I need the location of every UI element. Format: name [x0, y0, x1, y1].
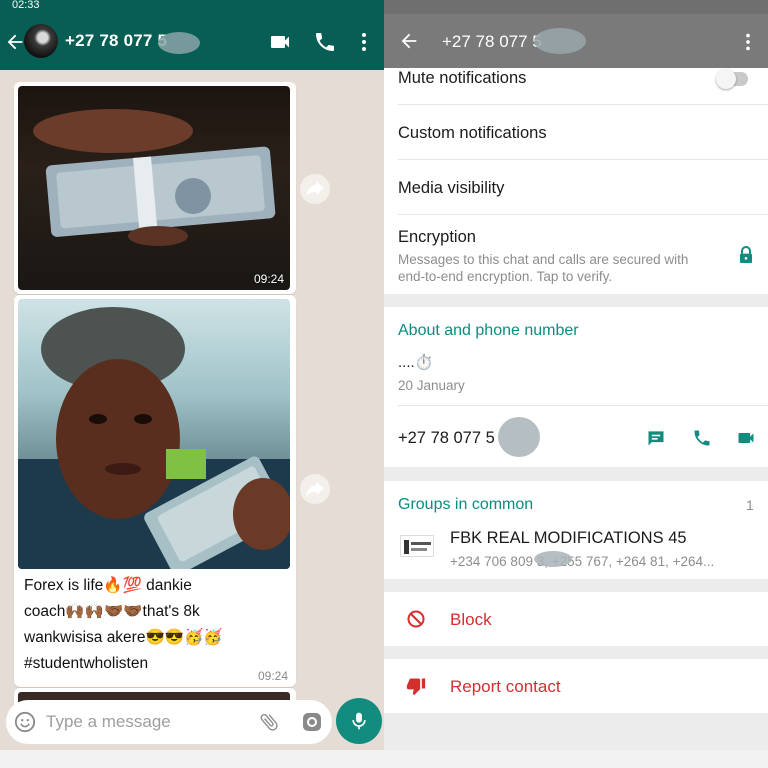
groups-count: 1 — [746, 497, 754, 513]
message-input[interactable]: Type a message — [46, 712, 171, 732]
about-card: About and phone number ....⏱️ 20 January… — [384, 307, 768, 467]
status-bar: 02:33 — [0, 0, 384, 14]
group-logo-icon — [404, 540, 431, 554]
caption-line: Forex is life🔥💯 dankie — [24, 577, 192, 594]
encryption-label: Encryption — [398, 228, 476, 246]
forward-button[interactable] — [300, 174, 330, 204]
message-icon[interactable] — [646, 428, 666, 448]
redaction-smudge — [158, 32, 200, 54]
contact-info-header: +27 78 077 5 — [384, 14, 768, 68]
contact-info-title: +27 78 077 5 — [442, 32, 542, 51]
mute-notifications-row[interactable]: Mute notifications — [398, 69, 526, 88]
encryption-description-line: Messages to this chat and calls are secu… — [398, 252, 689, 267]
group-item[interactable]: FBK REAL MODIFICATIONS 45 +234 706 809 3… — [384, 521, 768, 575]
caption-line: coach🙌🏾🙌🏾🤝🏾🤝🏾that's 8k — [24, 603, 200, 620]
video-call-icon[interactable] — [268, 30, 292, 54]
forward-icon — [306, 481, 324, 497]
block-icon — [407, 610, 425, 628]
thumbs-down-icon — [406, 678, 426, 696]
media-visibility-row[interactable]: Media visibility — [398, 179, 504, 198]
groups-card: Groups in common 1 FBK REAL MODIFICATION… — [384, 481, 768, 579]
more-options-icon[interactable] — [737, 31, 759, 53]
chat-contact-title[interactable]: +27 78 077 5 — [65, 31, 167, 51]
divider — [398, 214, 768, 215]
voice-call-icon[interactable] — [313, 30, 337, 54]
encryption-description-line: end-to-end encryption. Tap to verify. — [398, 269, 613, 284]
money-stack-illustration — [33, 109, 276, 246]
lock-icon — [740, 246, 752, 263]
encryption-row[interactable]: Encryption Messages to this chat and cal… — [398, 228, 718, 285]
message-time: 09:24 — [253, 272, 284, 286]
back-arrow-icon[interactable] — [4, 30, 26, 54]
chat-screen: 02:33 +27 78 077 5 09:24 Forex is life🔥💯… — [0, 0, 384, 768]
message-bubble-image-caption[interactable]: Forex is life🔥💯 dankie coach🙌🏾🙌🏾🤝🏾🤝🏾that… — [14, 295, 296, 687]
groups-heading: Groups in common — [398, 496, 534, 513]
report-contact-button[interactable]: Report contact — [450, 677, 561, 697]
redaction-smudge — [498, 417, 540, 457]
contact-info-screen: +27 78 077 5 Mute notifications Custom n… — [384, 0, 768, 768]
toggle-knob — [716, 69, 736, 89]
report-card[interactable]: Report contact — [384, 659, 768, 713]
divider — [398, 159, 768, 160]
emoji-icon[interactable] — [14, 711, 36, 733]
message-caption: Forex is life🔥💯 dankie coach🙌🏾🙌🏾🤝🏾🤝🏾that… — [18, 569, 292, 677]
selfie-photo[interactable] — [18, 299, 290, 569]
status-bar — [384, 0, 768, 14]
more-options-icon[interactable] — [352, 30, 376, 54]
about-status: ....⏱️ — [398, 354, 434, 371]
redaction-smudge — [534, 551, 572, 567]
caption-line: #studentwholisten — [24, 655, 149, 672]
chat-header: +27 78 077 5 — [0, 14, 384, 70]
mute-toggle[interactable] — [716, 69, 748, 89]
system-nav-bar — [0, 750, 384, 768]
divider — [398, 405, 768, 406]
block-card[interactable]: Block — [384, 592, 768, 646]
redaction-smudge — [534, 28, 586, 54]
group-avatar — [400, 535, 434, 557]
forward-icon — [306, 181, 324, 197]
voice-record-button[interactable] — [336, 698, 382, 744]
microphone-icon — [352, 712, 366, 730]
contact-avatar[interactable] — [24, 24, 58, 58]
caption-line: wankwisisa akere😎😎🥳🥳 — [24, 629, 223, 646]
voice-call-icon[interactable] — [692, 428, 712, 448]
money-photo[interactable]: 09:24 — [18, 86, 290, 290]
block-button[interactable]: Block — [450, 610, 492, 630]
video-call-icon[interactable] — [735, 428, 757, 448]
attach-icon[interactable] — [258, 711, 280, 733]
phone-number[interactable]: +27 78 077 5 — [398, 429, 495, 448]
custom-notifications-row[interactable]: Custom notifications — [398, 124, 547, 143]
status-time: 02:33 — [12, 0, 40, 11]
system-nav-bar — [384, 750, 768, 768]
group-name: FBK REAL MODIFICATIONS 45 — [450, 529, 687, 547]
message-input-bar[interactable]: Type a message — [6, 700, 332, 744]
forward-button[interactable] — [300, 474, 330, 504]
chat-settings-card: Mute notifications Custom notifications … — [384, 68, 768, 294]
back-arrow-icon[interactable] — [398, 30, 420, 52]
camera-icon[interactable] — [300, 710, 324, 734]
selfie-illustration — [18, 307, 290, 569]
about-date: 20 January — [398, 378, 465, 393]
message-time: 09:24 — [257, 669, 288, 683]
message-bubble-image[interactable]: 09:24 — [14, 82, 296, 294]
group-members: +234 706 809 3, +255 767, +264 81, +264.… — [450, 554, 715, 569]
about-heading: About and phone number — [398, 322, 579, 339]
divider — [398, 104, 768, 105]
